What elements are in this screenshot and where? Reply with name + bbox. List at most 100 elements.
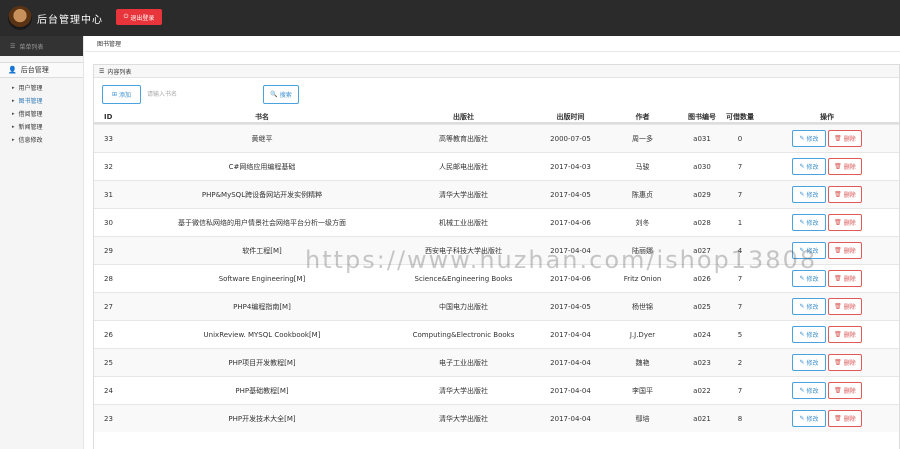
plus-square-icon: ⊞ [111,91,117,98]
cell-author: 周一多 [632,134,653,143]
delete-button[interactable]: 🗑 删除 [828,158,862,175]
cell-code: a023 [693,358,711,367]
row-actions: ✎ 修改 🗑 删除 [755,270,899,287]
header-id: ID [104,112,113,121]
search-input[interactable] [143,85,261,104]
cell-author: 魏艳 [635,358,650,367]
delete-button[interactable]: 🗑 删除 [828,242,862,259]
cell-code: a027 [693,246,711,255]
cell-date: 2017-04-05 [550,302,591,311]
edit-button[interactable]: ✎ 修改 [792,410,826,427]
cell-id: 31 [104,190,113,199]
edit-button[interactable]: ✎ 修改 [792,298,826,315]
edit-icon: ✎ [799,331,805,338]
edit-icon: ✎ [799,247,805,254]
cell-title: PHP&MySQL跨设备网站开发实例精粹 [201,190,323,199]
cell-id: 26 [104,330,113,339]
trash-icon: 🗑 [834,275,842,282]
panel-title: 内容列表 [107,68,132,76]
sidebar-item-borrow[interactable]: ▸ 借阅管理 [0,107,83,120]
edit-label: 修改 [806,192,819,199]
row-actions: ✎ 修改 🗑 删除 [755,410,899,427]
add-book-button[interactable]: ⊞ 添加 [102,85,141,104]
edit-button[interactable]: ✎ 修改 [792,326,826,343]
delete-button[interactable]: 🗑 删除 [828,354,862,371]
edit-button[interactable]: ✎ 修改 [792,270,826,287]
header-date: 出版时间 [556,112,585,121]
sidebar-item-books[interactable]: ▸ 图书管理 [0,94,83,107]
sidebar-item-label: 图书管理 [18,98,43,105]
edit-icon: ✎ [799,387,805,394]
toolbar: ⊞ 添加 🔍 搜索 [102,85,502,105]
delete-button[interactable]: 🗑 删除 [828,130,862,147]
sidebar-menu-label: 菜单列表 [19,43,44,51]
cell-title: C#网络应用编程基础 [228,162,296,171]
cell-publisher: 电子工业出版社 [439,358,488,367]
cell-title: Software Engineering[M] [218,274,306,283]
delete-button[interactable]: 🗑 删除 [828,186,862,203]
cell-stock: 1 [737,218,743,227]
edit-label: 修改 [806,276,819,283]
cell-code: a028 [693,218,711,227]
search-button[interactable]: 🔍 搜索 [263,85,299,104]
edit-button[interactable]: ✎ 修改 [792,382,826,399]
cell-code: a031 [693,134,711,143]
cell-author: 李国平 [632,386,653,395]
edit-button[interactable]: ✎ 修改 [792,158,826,175]
sidebar-item-profile[interactable]: ▸ 信息修改 [0,133,83,146]
delete-button[interactable]: 🗑 删除 [828,326,862,343]
content-panel: ☰ 内容列表 ⊞ 添加 🔍 搜索 ID 书名 出版社 出版时间 作者 图书编号 … [93,64,900,449]
cell-title: 黄继平 [251,134,273,143]
edit-button[interactable]: ✎ 修改 [792,242,826,259]
admin-avatar [8,6,32,30]
row-actions: ✎ 修改 🗑 删除 [755,242,899,259]
cell-id: 25 [104,358,113,367]
edit-button[interactable]: ✎ 修改 [792,186,826,203]
cell-title: PHP4编程指南[M] [233,302,291,311]
sidebar-item-news[interactable]: ▸ 新闻管理 [0,120,83,133]
trash-icon: 🗑 [834,387,842,394]
cell-code: a024 [693,330,711,339]
edit-button[interactable]: ✎ 修改 [792,130,826,147]
delete-button[interactable]: 🗑 删除 [828,270,862,287]
cell-stock: 2 [737,358,743,367]
cell-stock: 0 [737,134,743,143]
sidebar-section-admin[interactable]: 👤 后台管理 [0,62,83,78]
cell-code: a022 [693,386,711,395]
delete-button[interactable]: 🗑 删除 [828,410,862,427]
table-row: 26 UnixReview. MYSQL Cookbook[M] Computing… [94,320,899,348]
sidebar-item-label: 信息修改 [18,137,43,144]
cell-title: PHP基础教程[M] [235,386,289,395]
edit-label: 修改 [806,304,819,311]
cell-title: 基于微信私网络的用户情景社会网络平台分析一级方面 [178,218,346,227]
trash-icon: 🗑 [834,359,842,366]
cell-title: PHP项目开发教程[M] [228,358,296,367]
cell-date: 2017-04-03 [550,162,591,171]
row-actions: ✎ 修改 🗑 删除 [755,354,899,371]
logout-button[interactable]: ⏻ 退出登录 [116,9,162,25]
caret-right-icon: ▸ [12,136,15,143]
sidebar-item-users[interactable]: ▸ 用户管理 [0,81,83,94]
trash-icon: 🗑 [834,331,842,338]
cell-date: 2017-04-04 [550,358,591,367]
table-row: 28 Software Engineering[M] Science&Enginee… [94,264,899,292]
table-row: 31 PHP&MySQL跨设备网站开发实例精粹 清华大学出版社 2017-04-05 陈… [94,180,899,208]
caret-right-icon: ▸ [12,123,15,130]
edit-button[interactable]: ✎ 修改 [792,354,826,371]
cell-code: a026 [693,274,711,283]
breadcrumb: 图书管理 [85,36,900,52]
cell-id: 27 [104,302,113,311]
cell-date: 2000-07-05 [550,134,591,143]
delete-button[interactable]: 🗑 删除 [828,298,862,315]
cell-stock: 7 [737,190,743,199]
table-row: 27 PHP4编程指南[M] 中国电力出版社 2017-04-05 杨世锦 a025 7 ✎ 修… [94,292,899,320]
delete-label: 删除 [843,304,856,311]
row-actions: ✎ 修改 🗑 删除 [755,382,899,399]
cell-author: 陈惠贞 [632,190,653,199]
header-stock: 可借数量 [726,112,754,121]
delete-button[interactable]: 🗑 删除 [828,382,862,399]
delete-button[interactable]: 🗑 删除 [828,214,862,231]
edit-button[interactable]: ✎ 修改 [792,214,826,231]
trash-icon: 🗑 [834,303,842,310]
edit-label: 修改 [806,360,819,367]
